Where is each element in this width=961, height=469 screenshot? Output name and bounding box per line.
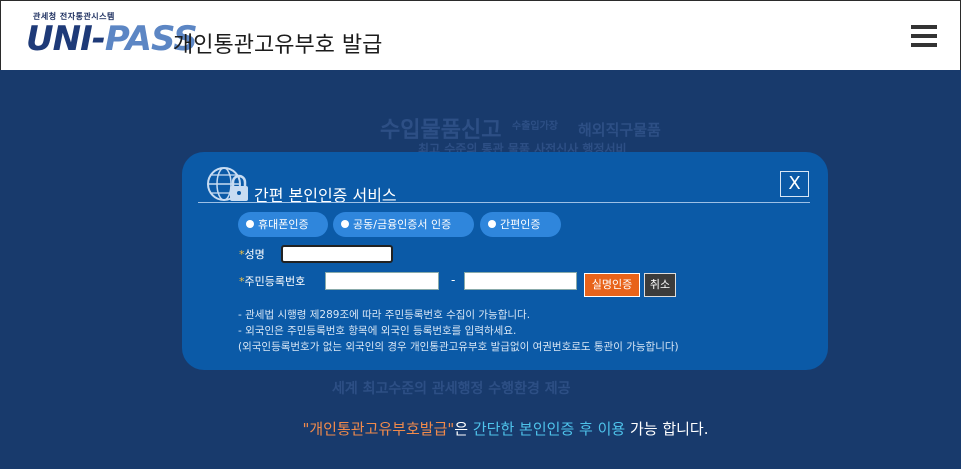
verify-button[interactable]: 실명인증 <box>584 273 640 297</box>
radio-dot-icon <box>341 220 349 228</box>
cancel-button[interactable]: 취소 <box>644 273 676 297</box>
hamburger-icon[interactable] <box>911 25 939 49</box>
close-button[interactable]: X <box>780 171 809 197</box>
rrn-back-input[interactable] <box>464 272 577 290</box>
note-2: - 외국인은 주민등록번호 항목에 외국인 등록번호를 입력하세요. <box>238 325 517 337</box>
radio-dot-icon <box>488 220 496 228</box>
auth-modal: 간편 본인인증 서비스 X 휴대폰인증 공동/금융인증서 인증 간편인증 *성명… <box>182 152 828 370</box>
page-title: 개인통관고유부호 발급 <box>173 33 383 58</box>
tab-simple-auth[interactable]: 간편인증 <box>480 212 561 237</box>
radio-dot-icon <box>246 220 254 228</box>
rrn-label: *주민등록번호 <box>239 275 306 288</box>
note-3: (외국인등록번호가 없는 외국인의 경우 개인통관고유부호 발급없이 여권번호로… <box>238 341 679 353</box>
bg-text-1-small: 수출입가장 <box>512 121 558 132</box>
tab-certificate-auth[interactable]: 공동/금융인증서 인증 <box>333 212 474 237</box>
bg-text-3: 세계 최고수준의 관세행정 수행환경 제공 <box>332 381 571 397</box>
divider <box>198 202 810 203</box>
tab-mobile-auth[interactable]: 휴대폰인증 <box>238 212 328 237</box>
unipass-logo[interactable]: UNI-PASS <box>26 19 198 59</box>
name-input[interactable] <box>281 245 393 263</box>
footer-message: "개인통관고유부호발급"은 간단한 본인인증 후 이용 가능 합니다. <box>302 420 709 438</box>
name-label: *성명 <box>239 248 265 261</box>
rrn-front-input[interactable] <box>325 272 439 290</box>
note-1: - 관세법 시행령 제289조에 따라 주민등록번호 수집이 가능합니다. <box>238 309 531 321</box>
bg-text-1b: 해외직구물품 <box>578 121 661 139</box>
logo-part1: UNI- <box>26 19 106 59</box>
globe-lock-icon <box>207 167 248 201</box>
rrn-dash: - <box>451 273 456 287</box>
header: 관세청 전자통관시스템 UNI-PASS 개인통관고유부호 발급 <box>0 0 961 70</box>
